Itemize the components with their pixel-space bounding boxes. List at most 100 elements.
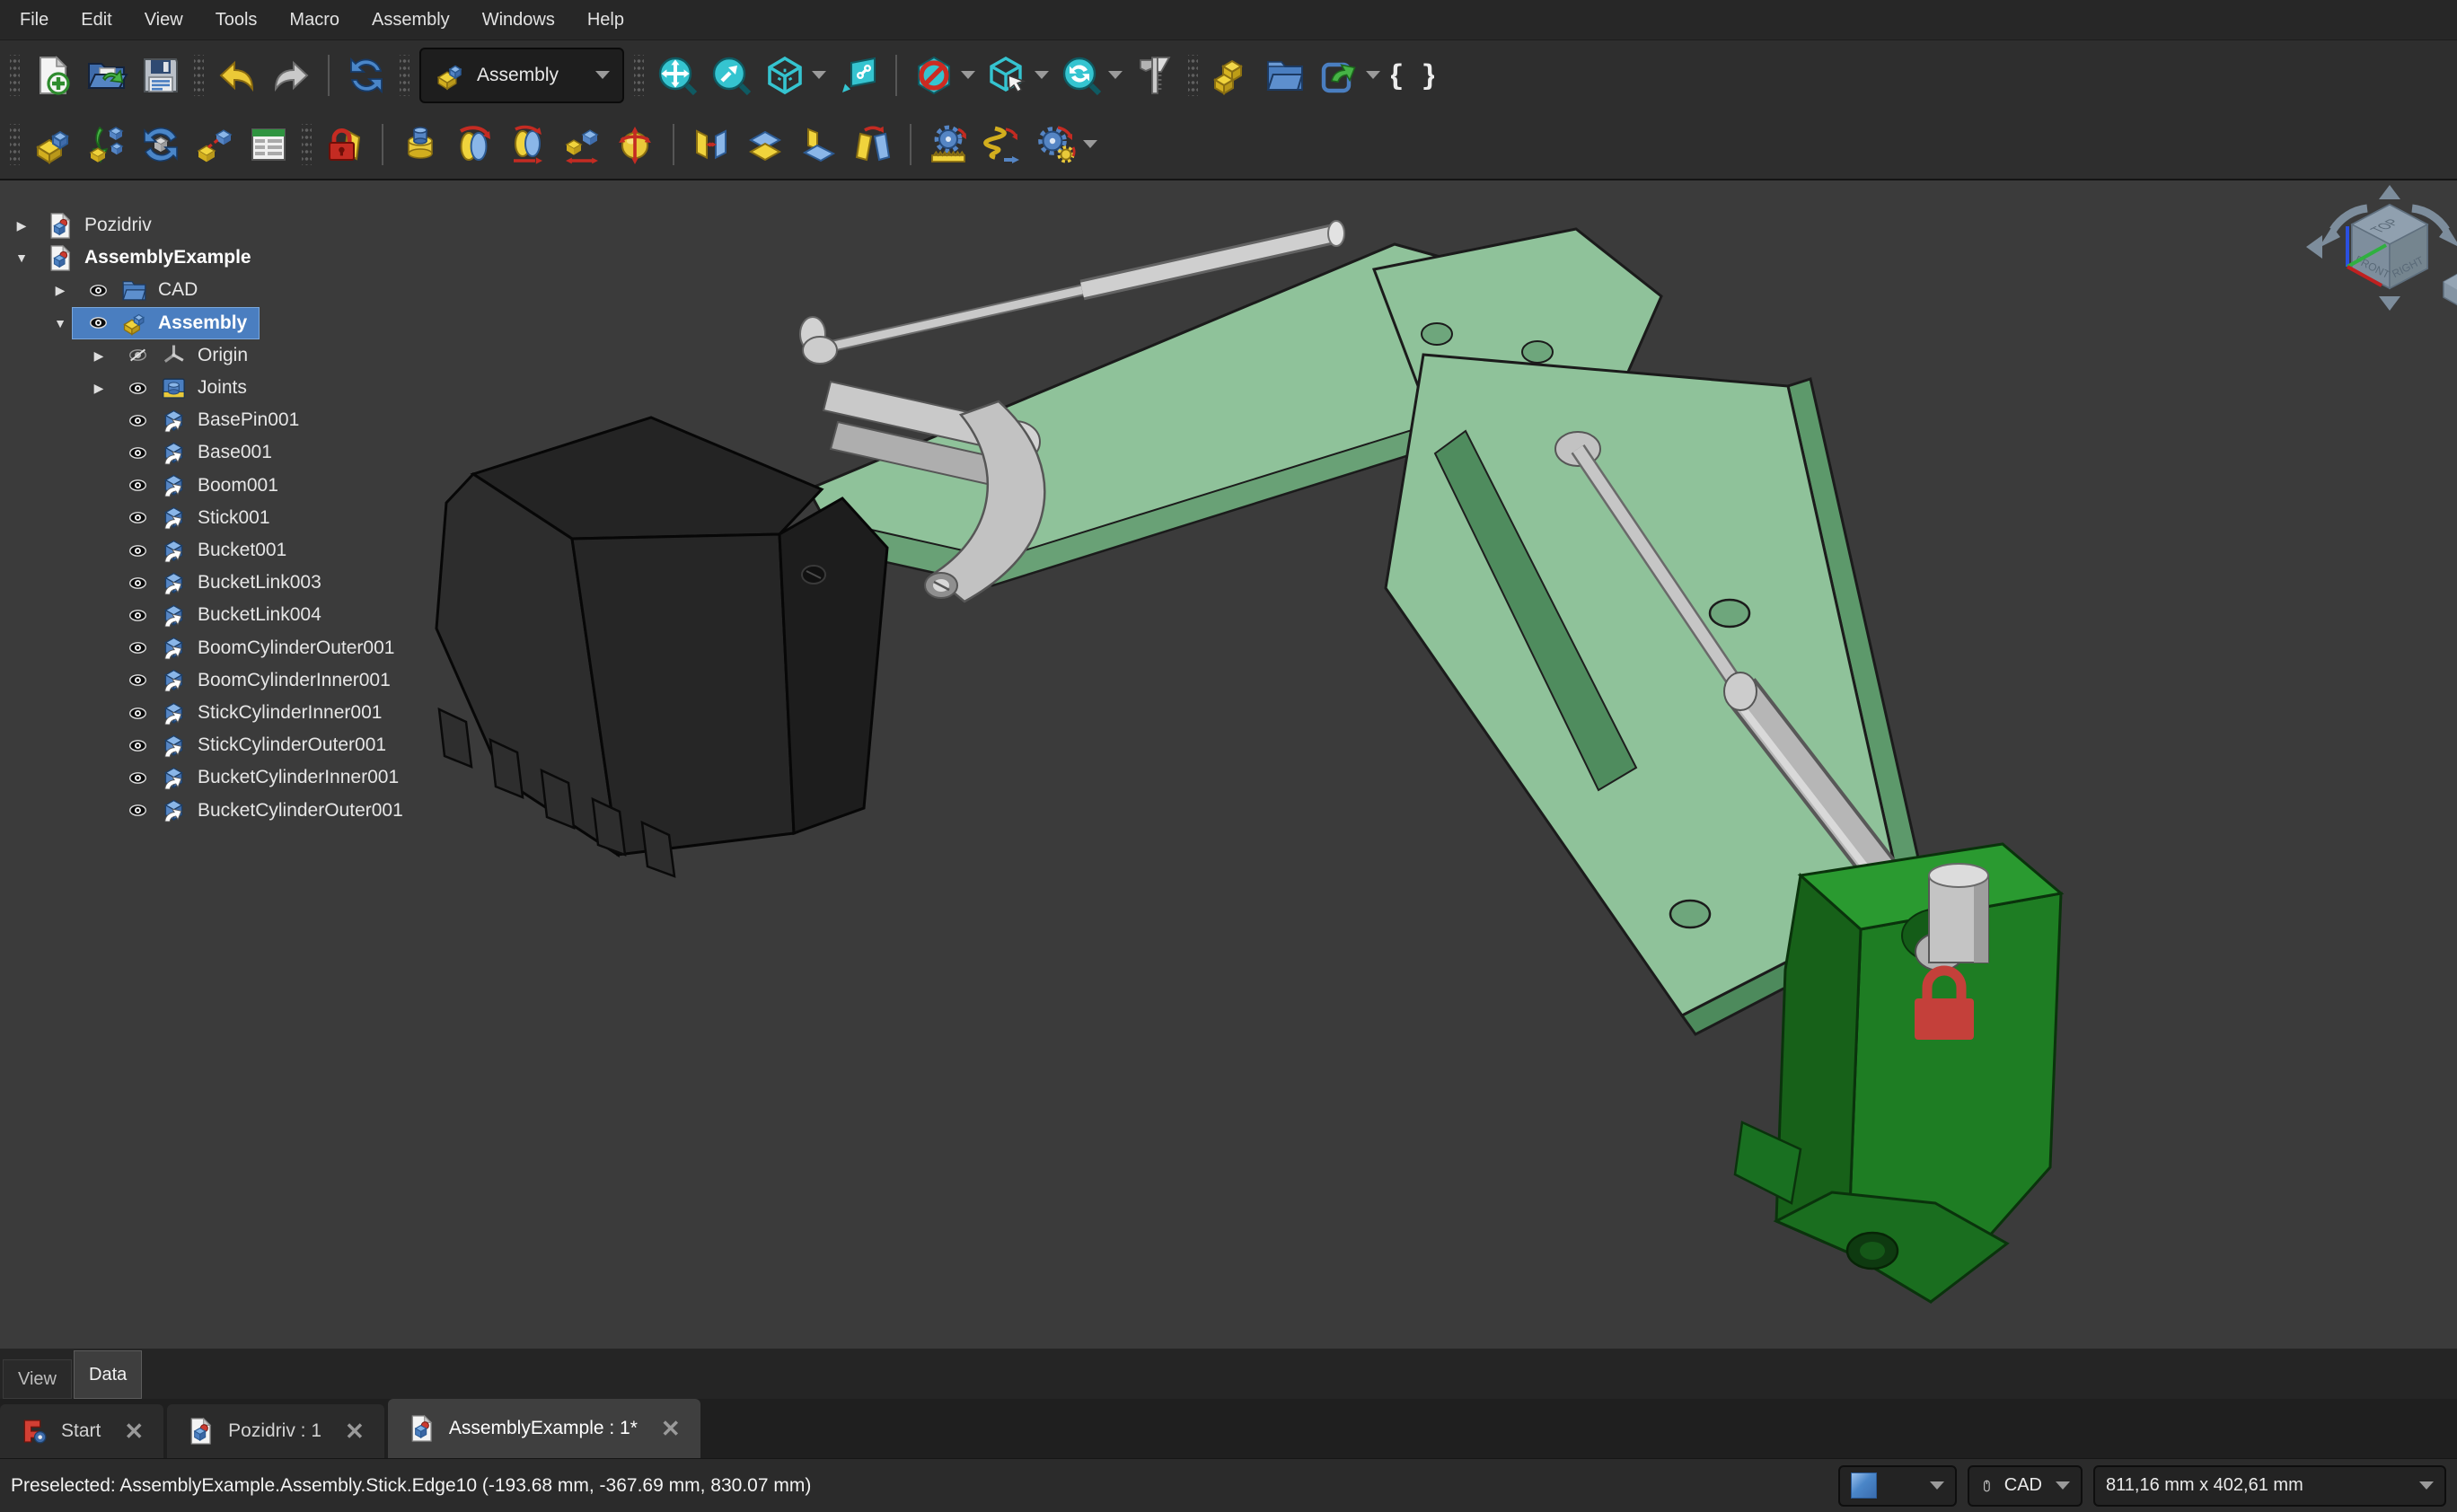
menu-assembly[interactable]: Assembly [356, 1, 466, 40]
joint-rack-pinion-button[interactable] [922, 119, 974, 170]
eye-icon[interactable] [126, 671, 150, 690]
toolbar-drag-handle[interactable] [400, 55, 410, 96]
eye-icon[interactable] [126, 638, 150, 657]
sync-view-button[interactable] [832, 50, 885, 101]
eye-icon[interactable] [126, 541, 150, 560]
eye-icon[interactable] [126, 801, 150, 820]
menu-edit[interactable]: Edit [65, 1, 128, 40]
tree-item-StickCylinderInner001[interactable]: StickCylinderInner001 [0, 697, 503, 729]
toggle-grounded-button[interactable] [319, 119, 371, 170]
toolbar-drag-handle[interactable] [1188, 55, 1198, 96]
exploded-view-button[interactable] [189, 119, 241, 170]
mdi-tab-assemblyexample-1-[interactable]: AssemblyExample : 1*✕ [388, 1399, 700, 1458]
tree-item-Base001[interactable]: Base001 [0, 436, 503, 469]
create-assembly-button[interactable] [27, 119, 79, 170]
menu-macro[interactable]: Macro [273, 1, 356, 40]
eye-icon[interactable] [126, 411, 150, 430]
menu-windows[interactable]: Windows [466, 1, 571, 40]
tree-item-content[interactable]: Pozidriv [32, 209, 164, 242]
tree-item-Joints[interactable]: ▶Joints [0, 372, 503, 404]
joint-slider-button[interactable] [556, 119, 608, 170]
color-style-selector[interactable] [1838, 1465, 1957, 1507]
dropdown-arrow-icon[interactable] [812, 71, 826, 79]
tree-item-CAD[interactable]: ▶CAD [0, 274, 503, 306]
tree-item-Assembly[interactable]: ▼Assembly [0, 307, 503, 339]
tree-item-content[interactable]: BucketLink003 [111, 567, 334, 599]
toolbar-drag-handle[interactable] [634, 55, 644, 96]
expand-arrow-icon[interactable]: ▶ [88, 372, 110, 404]
expression-editor-button[interactable] [1387, 50, 1439, 101]
menu-help[interactable]: Help [571, 1, 640, 40]
close-tab-icon[interactable]: ✕ [124, 1418, 144, 1446]
joint-cylindrical-button[interactable] [502, 119, 554, 170]
eye-icon[interactable] [86, 281, 110, 300]
joint-ball-button[interactable] [610, 119, 662, 170]
eye-icon[interactable] [86, 313, 110, 332]
tree-item-content[interactable]: CAD [72, 274, 210, 306]
mdi-tab-pozidriv-1[interactable]: Pozidriv : 1✕ [167, 1404, 384, 1458]
tree-item-content[interactable]: BasePin001 [111, 404, 312, 436]
redo-button[interactable] [265, 50, 317, 101]
tree-item-Origin[interactable]: ▶Origin [0, 339, 503, 372]
isometric-view-button[interactable] [759, 50, 831, 101]
toolbar-drag-handle[interactable] [194, 55, 204, 96]
navigation-style-selector[interactable]: CAD [1968, 1465, 2083, 1507]
tree-item-content[interactable]: Base001 [111, 436, 285, 469]
dropdown-arrow-icon[interactable] [1366, 71, 1380, 79]
toggle-clipping-button[interactable] [908, 50, 980, 101]
tree-item-content[interactable]: AssemblyExample [32, 242, 264, 274]
tree-item-BoomCylinderInner001[interactable]: BoomCylinderInner001 [0, 664, 503, 697]
tree-item-BucketCylinderOuter001[interactable]: BucketCylinderOuter001 [0, 795, 503, 827]
fit-all-button[interactable] [651, 50, 703, 101]
menu-tools[interactable]: Tools [199, 1, 274, 40]
tree-item-content[interactable]: Joints [111, 372, 260, 404]
toolbar-drag-handle[interactable] [10, 124, 20, 165]
refresh-document-button[interactable] [340, 50, 392, 101]
dropdown-arrow-icon[interactable] [595, 71, 610, 79]
tree-item-content[interactable]: Stick001 [111, 502, 283, 534]
dropdown-arrow-icon[interactable] [1108, 71, 1123, 79]
tree-item-content[interactable]: BucketLink004 [111, 599, 334, 631]
tree-item-BoomCylinderOuter001[interactable]: BoomCylinderOuter001 [0, 632, 503, 664]
joint-distance-button[interactable] [685, 119, 737, 170]
joint-perpendicular-button[interactable] [793, 119, 845, 170]
tree-item-content[interactable]: Assembly [72, 307, 260, 339]
panel-tab-data[interactable]: Data [74, 1350, 142, 1399]
measure-button[interactable] [1129, 50, 1181, 101]
eye-icon[interactable] [126, 769, 150, 787]
joint-screw-button[interactable] [976, 119, 1028, 170]
expand-arrow-icon[interactable]: ▶ [11, 209, 32, 242]
eye-icon[interactable] [126, 704, 150, 723]
insert-component-button[interactable] [81, 119, 133, 170]
mdi-tab-start[interactable]: Start✕ [0, 1404, 163, 1458]
tree-item-content[interactable]: StickCylinderInner001 [111, 697, 394, 729]
undo-button[interactable] [211, 50, 263, 101]
new-document-button[interactable] [27, 50, 79, 101]
save-document-button[interactable] [135, 50, 187, 101]
tree-item-BucketLink003[interactable]: BucketLink003 [0, 567, 503, 599]
tree-item-AssemblyExample[interactable]: ▼AssemblyExample [0, 242, 503, 274]
toolbar-drag-handle[interactable] [10, 55, 20, 96]
eye-icon[interactable] [126, 606, 150, 625]
eye-icon[interactable] [126, 379, 150, 398]
tree-item-content[interactable]: StickCylinderOuter001 [111, 729, 399, 761]
tree-item-content[interactable]: BucketCylinderInner001 [111, 761, 411, 794]
tree-item-content[interactable]: BoomCylinderOuter001 [111, 632, 407, 664]
dropdown-arrow-icon[interactable] [1035, 71, 1049, 79]
close-tab-icon[interactable]: ✕ [345, 1418, 365, 1446]
tree-item-BasePin001[interactable]: BasePin001 [0, 404, 503, 436]
expand-arrow-icon[interactable]: ▶ [49, 274, 71, 306]
bill-of-materials-button[interactable] [242, 119, 295, 170]
joint-fixed-button[interactable] [394, 119, 446, 170]
viewport-size-selector[interactable]: 811,16 mm x 402,61 mm [2093, 1465, 2446, 1507]
navigation-cube[interactable]: TOP FRONT RIGHT [2306, 185, 2457, 311]
eye-icon[interactable] [126, 736, 150, 755]
close-tab-icon[interactable]: ✕ [661, 1415, 681, 1443]
menu-view[interactable]: View [128, 1, 199, 40]
tree-item-BucketCylinderInner001[interactable]: BucketCylinderInner001 [0, 761, 503, 794]
eye-icon[interactable] [126, 444, 150, 462]
view-sync-zoom-button[interactable] [1055, 50, 1127, 101]
tree-item-Bucket001[interactable]: Bucket001 [0, 534, 503, 567]
tree-item-Boom001[interactable]: Boom001 [0, 470, 503, 502]
eye-icon[interactable] [126, 508, 150, 527]
